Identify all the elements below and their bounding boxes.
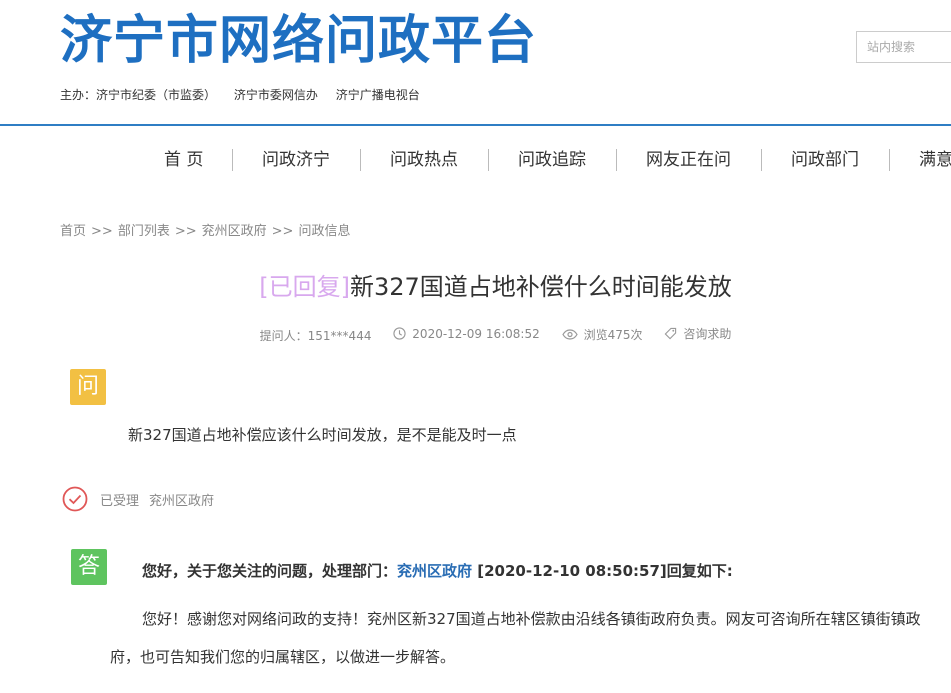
nav-separator xyxy=(488,149,489,171)
nav-wenzheng-jining[interactable]: 问政济宁 xyxy=(262,146,330,174)
post-time-text: 2020-12-09 16:08:52 xyxy=(412,326,540,341)
search-input[interactable] xyxy=(856,31,951,63)
breadcrumb-separator: >> xyxy=(91,224,113,239)
breadcrumb: 首页 >> 部门列表 >> 兖州区政府 >> 问政信息 xyxy=(60,220,350,239)
asker: 提问人：151***444 xyxy=(260,327,372,344)
nav-tracking[interactable]: 问政追踪 xyxy=(518,146,586,174)
answer-badge: 答 xyxy=(71,549,107,585)
main-nav: 首 页 问政济宁 问政热点 问政追踪 网友正在问 问政部门 满意 xyxy=(0,146,951,176)
acceptance-status: 已受理 兖州区政府 xyxy=(62,486,214,512)
question-title: [已回复]新327国道占地补偿什么时间能发放 xyxy=(0,270,951,304)
nav-separator xyxy=(761,149,762,171)
category: 咨询求助 xyxy=(664,325,731,342)
post-time: 2020-12-09 16:08:52 xyxy=(393,326,540,341)
question-content: 新327国道占地补偿应该什么时间发放，是不是能及时一点 xyxy=(128,426,517,444)
reply-content: 您好！感谢您对网络问政的支持！兖州区新327国道占地补偿款由沿线各镇街政府负责。… xyxy=(110,610,921,666)
nav-satisfaction[interactable]: 满意 xyxy=(919,146,951,174)
nav-departments[interactable]: 问政部门 xyxy=(791,146,859,174)
status-badge: [已回复] xyxy=(259,273,350,301)
breadcrumb-dept-list[interactable]: 部门列表 xyxy=(118,224,170,239)
nav-separator xyxy=(889,149,890,171)
nav-separator xyxy=(616,149,617,171)
eye-icon xyxy=(561,329,578,340)
question-meta: 提问人：151***444 2020-12-09 16:08:52 浏览475次… xyxy=(0,325,951,344)
sponsor-3: 济宁广播电视台 xyxy=(335,88,420,102)
question-badge: 问 xyxy=(70,369,106,405)
nav-hot-topics[interactable]: 问政热点 xyxy=(390,146,458,174)
sponsors: 主办：济宁市纪委（市监委） 济宁市委网信办 济宁广播电视台 xyxy=(60,86,434,103)
tag-icon xyxy=(664,327,677,340)
reply-header: 您好，关于您关注的问题，处理部门：兖州区政府 [2020-12-10 08:50… xyxy=(142,560,733,581)
header-divider xyxy=(0,124,951,126)
category-text: 咨询求助 xyxy=(683,327,732,341)
acceptance-department: 兖州区政府 xyxy=(149,493,215,509)
nav-netizens-asking[interactable]: 网友正在问 xyxy=(646,146,731,174)
view-count-text: 浏览475次 xyxy=(583,328,643,342)
breadcrumb-yanzhou[interactable]: 兖州区政府 xyxy=(202,224,267,239)
reply-time: [2020-12-10 08:50:57]回复如下: xyxy=(477,562,733,580)
clock-icon xyxy=(393,327,406,340)
breadcrumb-current[interactable]: 问政信息 xyxy=(298,224,350,239)
view-count: 浏览475次 xyxy=(561,326,643,343)
nav-home[interactable]: 首 页 xyxy=(164,146,203,174)
check-circle-icon xyxy=(62,486,88,512)
question-title-text: 新327国道占地补偿什么时间能发放 xyxy=(349,273,732,301)
nav-separator xyxy=(232,149,233,171)
site-title: 济宁市网络问政平台 xyxy=(60,11,538,71)
nav-separator xyxy=(360,149,361,171)
sponsor-1: 主办：济宁市纪委（市监委） xyxy=(60,88,217,102)
sponsor-2: 济宁市委网信办 xyxy=(233,88,318,102)
breadcrumb-home[interactable]: 首页 xyxy=(60,224,86,239)
acceptance-label: 已受理 xyxy=(100,493,140,509)
breadcrumb-separator: >> xyxy=(174,224,197,239)
breadcrumb-separator: >> xyxy=(271,224,294,239)
reply-prefix: 您好，关于您关注的问题，处理部门： xyxy=(142,562,398,580)
reply-department-link[interactable]: 兖州区政府 xyxy=(397,562,472,580)
asker-text: 提问人：151***444 xyxy=(259,329,372,343)
